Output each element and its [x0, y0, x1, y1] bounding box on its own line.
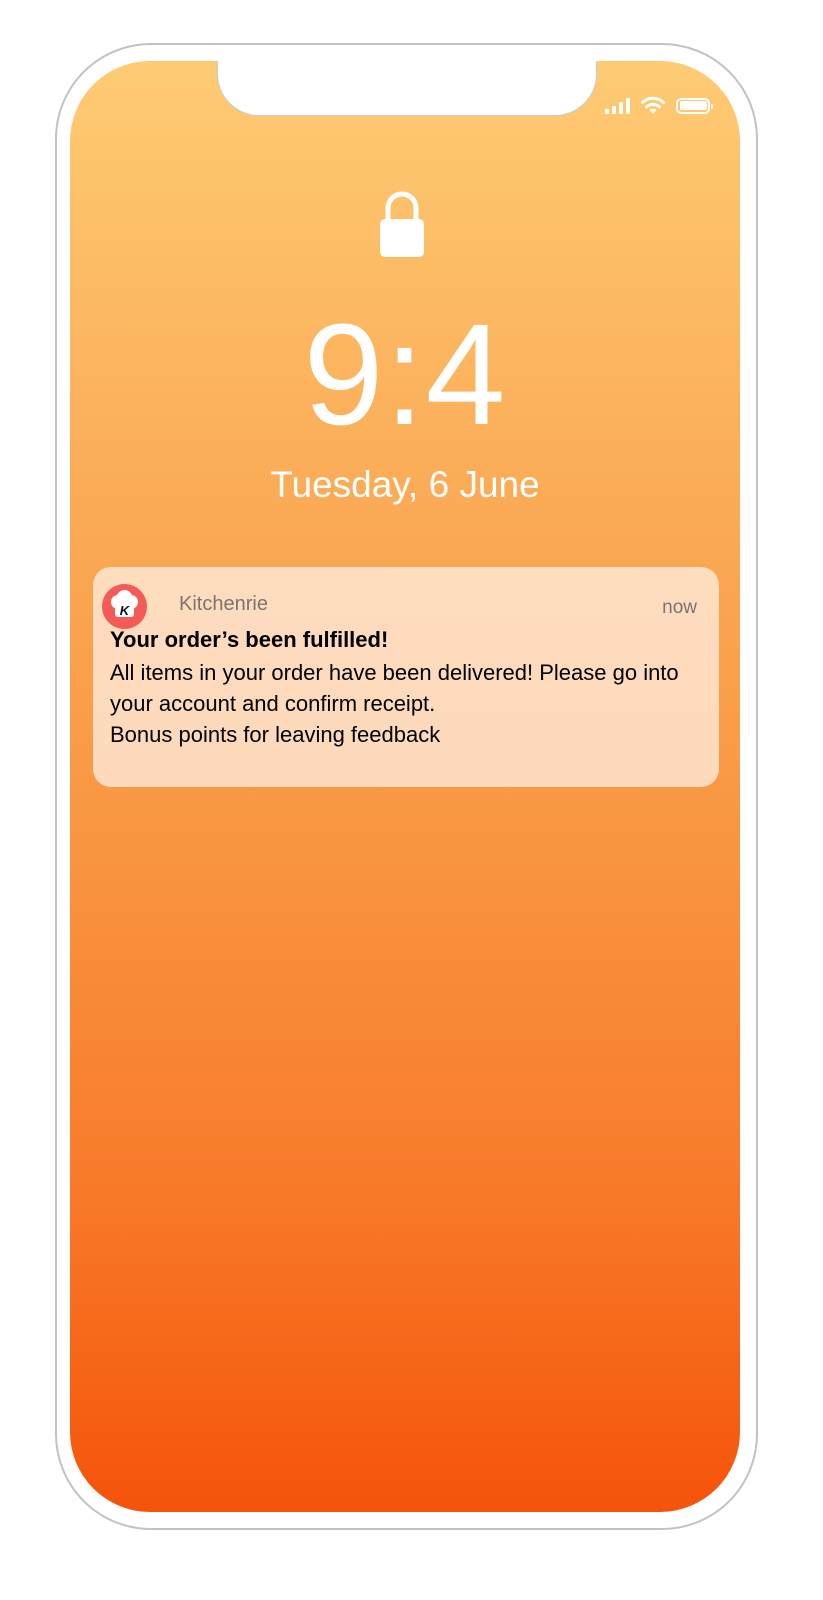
wifi-icon	[641, 96, 665, 114]
lock-screen-time: 9:4	[303, 294, 507, 455]
notification-app-name: Kitchenrie	[179, 593, 268, 615]
battery-icon	[676, 97, 713, 114]
chef-hat-icon: K	[111, 590, 138, 618]
notification-body: All items in your order have been delive…	[110, 657, 700, 750]
notification-footer: Bonus points for leaving feedback	[110, 722, 441, 747]
app-icon-letter: K	[120, 603, 131, 618]
notification-timestamp: now	[662, 597, 697, 618]
notification-card[interactable]: K Kitchenrie now Your order’s been fulfi…	[93, 567, 719, 787]
lock-screen: 9:4 Tuesday, 6 June K Kitchenrie now You…	[70, 61, 740, 1512]
cellular-signal-icon	[605, 97, 630, 114]
lock-screen-date: Tuesday, 6 June	[270, 464, 540, 505]
notification-message: All items in your order have been delive…	[110, 660, 679, 716]
app-icon: K	[102, 584, 147, 629]
lock-icon	[380, 191, 424, 257]
notch	[217, 61, 597, 116]
notification-title: Your order’s been fulfilled!	[110, 627, 389, 652]
status-bar	[605, 96, 713, 115]
